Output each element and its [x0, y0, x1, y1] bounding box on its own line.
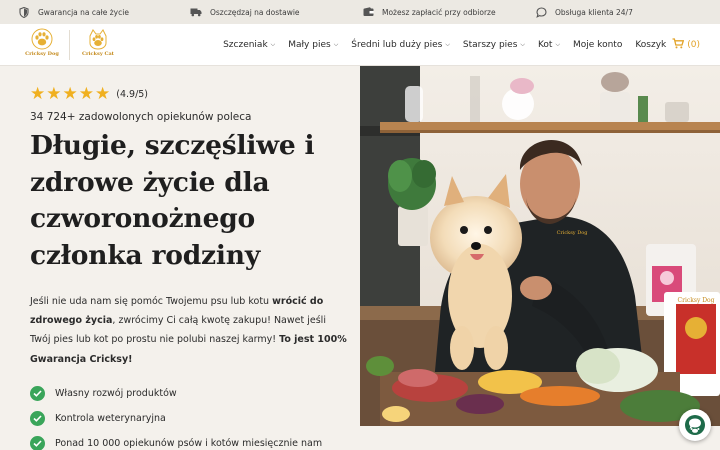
chat-bubble-icon: [535, 6, 547, 18]
star-icon: ★: [30, 84, 46, 104]
cat-paw-logo-icon: [89, 29, 107, 50]
check-icon: [30, 436, 45, 450]
feature-list: Własny rozwój produktów Kontrola weteryn…: [30, 381, 322, 450]
feature-label: Własny rozwój produktów: [55, 388, 177, 399]
logo-text: Cricksy Dog: [25, 51, 59, 57]
cricksy-cat-logo[interactable]: Cricksy Cat: [80, 28, 116, 62]
nav-item-puppy[interactable]: Szczeniak ⌵: [223, 40, 275, 50]
star-icon: ★: [95, 84, 111, 104]
nav-label: Średni lub duży pies: [351, 40, 443, 50]
truck-icon: [190, 6, 202, 18]
cart-link[interactable]: Koszyk (0): [635, 38, 700, 52]
nav-label: Kot: [537, 40, 553, 50]
hero-title: Długie, szczęśliwe i zdrowe życie dla cz…: [30, 130, 315, 271]
chevron-down-icon: ⌵: [333, 41, 339, 48]
chevron-down-icon: ⌵: [520, 41, 525, 48]
nav-label: Starszy pies: [462, 40, 518, 50]
star-icon: ★: [62, 84, 78, 104]
nav-label: Szczeniak: [223, 40, 268, 50]
nav-item-medium-large-dog[interactable]: Średni lub duży pies ⌵: [351, 40, 450, 50]
nav-item-my-account[interactable]: Moje konto: [573, 40, 622, 50]
dog-paw-logo-icon: [31, 28, 53, 50]
topbar-item-delivery: Oszczędzaj na dostawie: [190, 0, 300, 24]
star-icon: ★: [46, 84, 62, 104]
feature-item: Kontrola weterynaryjna: [30, 406, 322, 431]
shield-icon: [18, 6, 30, 18]
cart-count: (0): [687, 40, 700, 50]
logo-text: Cricksy Cat: [81, 51, 114, 57]
shirt-logo-text: Cricksy Dog: [557, 230, 589, 236]
chat-support-button[interactable]: [679, 409, 711, 441]
nav-label: Mały pies: [288, 40, 331, 50]
product-bag-label: Cricksy Dog: [677, 297, 714, 304]
feature-item: Ponad 10 000 opiekunów psów i kotów mies…: [30, 431, 322, 450]
hero-description: Jeśli nie uda nam się pomóc Twojemu psu …: [30, 292, 348, 369]
reviews-count: 34 724+ zadowolonych opiekunów poleca: [30, 111, 252, 123]
logo-divider: [69, 30, 70, 60]
cart-label: Koszyk: [635, 40, 667, 50]
desc-text: Jeśli nie uda nam się pomóc Twojemu psu …: [30, 296, 273, 307]
rating-stars: ★ ★ ★ ★ ★ (4.9/5): [30, 86, 148, 103]
topbar-item-guarantee: Gwarancja na całe życie: [18, 0, 129, 24]
top-info-bar: Gwarancja na całe życie Oszczędzaj na do…: [0, 0, 720, 24]
chat-paw-icon: [685, 415, 705, 435]
nav-item-small-dog[interactable]: Mały pies ⌵: [288, 40, 338, 50]
topbar-label: Oszczędzaj na dostawie: [210, 7, 300, 17]
nav-label: Moje konto: [573, 40, 623, 50]
hero-photo: Cricksy Dog Cricksy Dog: [360, 66, 720, 426]
chevron-down-icon: ⌵: [270, 41, 276, 48]
topbar-item-support: Obsługa klienta 24/7: [535, 0, 633, 24]
feature-item: Własny rozwój produktów: [30, 381, 322, 406]
chevron-down-icon: ⌵: [445, 41, 450, 48]
nav-item-cat[interactable]: Kot ⌵: [538, 40, 560, 50]
topbar-item-payment: Możesz zapłacić przy odbiorze: [362, 0, 496, 24]
feature-label: Ponad 10 000 opiekunów psów i kotów mies…: [55, 438, 323, 449]
chevron-down-icon: ⌵: [555, 41, 561, 48]
check-icon: [30, 411, 45, 426]
topbar-label: Gwarancja na całe życie: [38, 7, 129, 17]
nav-item-senior-dog[interactable]: Starszy pies ⌵: [463, 40, 525, 50]
site-header: Cricksy Dog Cricksy Cat Szczeniak ⌵ Mały …: [0, 24, 720, 66]
wallet-icon: [362, 6, 374, 18]
topbar-label: Możesz zapłacić przy odbiorze: [382, 7, 496, 17]
cart-icon: [672, 38, 685, 52]
check-icon: [30, 386, 45, 401]
cricksy-dog-logo[interactable]: Cricksy Dog: [24, 28, 60, 62]
feature-label: Kontrola weterynaryjna: [55, 413, 166, 424]
rating-value: (4.9/5): [116, 89, 149, 100]
main-nav: Szczeniak ⌵ Mały pies ⌵ Średni lub duży pi…: [210, 24, 700, 66]
star-icon: ★: [78, 84, 94, 104]
topbar-label: Obsługa klienta 24/7: [555, 7, 633, 17]
